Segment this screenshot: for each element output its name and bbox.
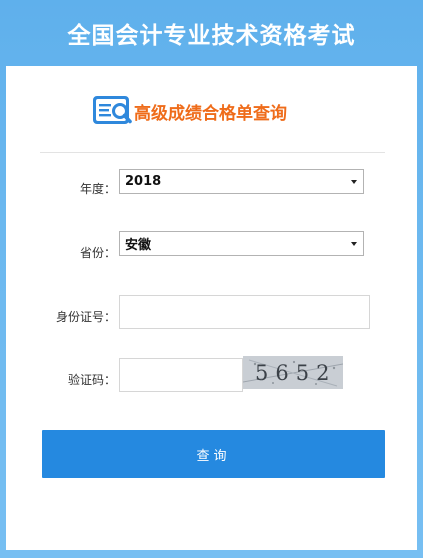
id-number-label: 身份证号： [55, 310, 116, 324]
province-label: 省份： [79, 246, 116, 260]
year-label: 年度： [79, 182, 116, 196]
section-heading-text: 高级成绩合格单查询 [134, 103, 287, 124]
province-select[interactable]: 安徽 [119, 231, 364, 256]
year-select[interactable]: 2018 [119, 169, 364, 194]
divider [40, 152, 385, 153]
chevron-down-icon [351, 242, 357, 246]
captcha-label: 验证码： [67, 373, 116, 387]
province-select-value: 安徽 [125, 238, 152, 253]
captcha-image[interactable]: 5652 [243, 356, 343, 389]
search-document-icon [93, 96, 132, 124]
query-panel: 高级成绩合格单查询 年度： 2018 省份： 安徽 身份证号： 验证码： 565… [6, 66, 417, 550]
captcha-text: 5652 [255, 361, 336, 385]
section-heading: 高级成绩合格单查询 [92, 94, 287, 128]
query-button[interactable]: 查询 [42, 430, 385, 478]
page-title: 全国会计专业技术资格考试 [67, 23, 356, 49]
id-number-input[interactable] [119, 295, 370, 329]
year-select-value: 2018 [125, 174, 162, 189]
header-banner: 全国会计专业技术资格考试 [0, 0, 423, 66]
chevron-down-icon [351, 180, 357, 184]
captcha-input[interactable] [119, 358, 243, 392]
